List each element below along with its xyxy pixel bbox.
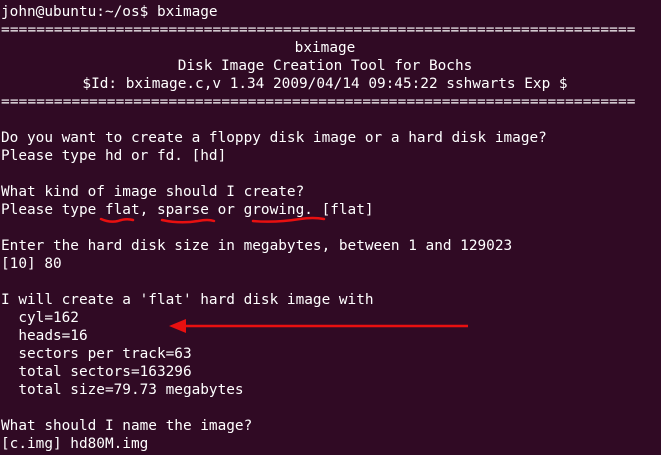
underline-flat-mark — [99, 217, 135, 223]
underline-growing-mark — [251, 216, 326, 223]
annotation-layer — [99, 216, 468, 333]
underline-sparse-mark — [160, 218, 216, 224]
annotation-arrow-head — [169, 319, 186, 333]
